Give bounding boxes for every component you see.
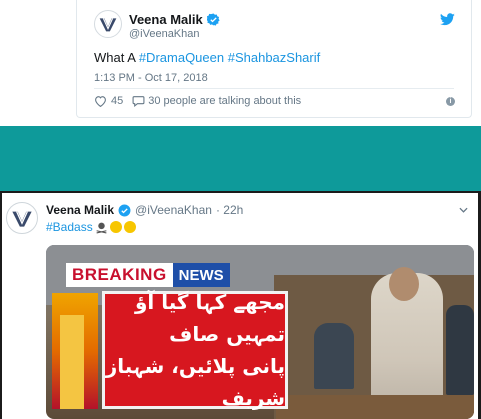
avatar[interactable]: [94, 10, 122, 38]
breaking-label: BREAKING: [66, 263, 173, 287]
desk: [276, 395, 474, 419]
display-name[interactable]: Veena Malik: [129, 12, 203, 27]
hashtag-link[interactable]: #DramaQueen: [139, 50, 224, 65]
action-row: 45 30 people are talking about this: [94, 95, 301, 107]
embedded-tweet-card[interactable]: Veena Malik @iVeenaKhan What A #DramaQue…: [76, 0, 472, 118]
avatar: [6, 202, 38, 234]
timestamp[interactable]: 1:13 PM - Oct 17, 2018: [94, 72, 208, 84]
verified-badge-icon: [118, 204, 131, 216]
like-count[interactable]: 45: [111, 95, 123, 107]
hashtag: #Badass: [46, 220, 93, 234]
breaking-news-banner: BREAKING NEWS: [66, 263, 230, 287]
handle: @iVeenaKhan: [135, 203, 212, 217]
urdu-headline-card: مجھے کہا گیا آؤ تمہیں صاف پانی پلائیں، ش…: [102, 290, 288, 410]
tweet-age: · 22h: [215, 203, 244, 217]
screenshot-tweet-text: #Badass: [46, 220, 136, 234]
info-icon[interactable]: i: [446, 97, 455, 106]
teal-divider-band: [0, 126, 481, 191]
heart-icon[interactable]: [94, 95, 107, 107]
vm-logo-icon: [95, 11, 121, 37]
tweet-text: What A #DramaQueen #ShahbazSharif: [94, 50, 320, 65]
news-label: NEWS: [172, 263, 230, 287]
urdu-headline-line: پانی پلائیں، شہباز شریف: [105, 354, 285, 410]
laughing-emoji-icon: [109, 221, 122, 233]
urdu-headline-line: مجھے کہا گیا آؤ تمہیں صاف: [134, 290, 285, 346]
speech-bubble-icon[interactable]: [132, 95, 145, 107]
speaker-head: [389, 267, 419, 301]
hashtag-link[interactable]: #ShahbazSharif: [228, 50, 321, 65]
news-graphic: [60, 315, 84, 409]
tweet-text-prefix: What A: [94, 50, 136, 65]
screenshot-header: Veena Malik @iVeenaKhan · 22h: [46, 203, 243, 217]
chevron-down-icon: [459, 207, 468, 213]
verified-badge-icon: [206, 13, 220, 26]
talking-link[interactable]: 30 people are talking about this: [148, 95, 301, 107]
divider: [94, 88, 454, 89]
display-name: Veena Malik: [46, 203, 115, 217]
person-figure: [314, 323, 354, 389]
sunglasses-emoji-icon: [123, 221, 136, 233]
vm-logo-icon: [8, 204, 36, 232]
person-figure: [446, 305, 474, 395]
tweet-screenshot-image: Veena Malik @iVeenaKhan · 22h #Badass BR…: [0, 191, 481, 419]
handle[interactable]: @iVeenaKhan: [129, 28, 200, 40]
skull-crossbones-icon: [96, 222, 107, 233]
news-media-image: BREAKING NEWS مجھے کہا گیا آؤ تمہیں صاف …: [46, 245, 474, 419]
twitter-bird-icon[interactable]: [440, 13, 455, 26]
tweet-screenshot-content: Veena Malik @iVeenaKhan · 22h #Badass BR…: [2, 193, 478, 419]
